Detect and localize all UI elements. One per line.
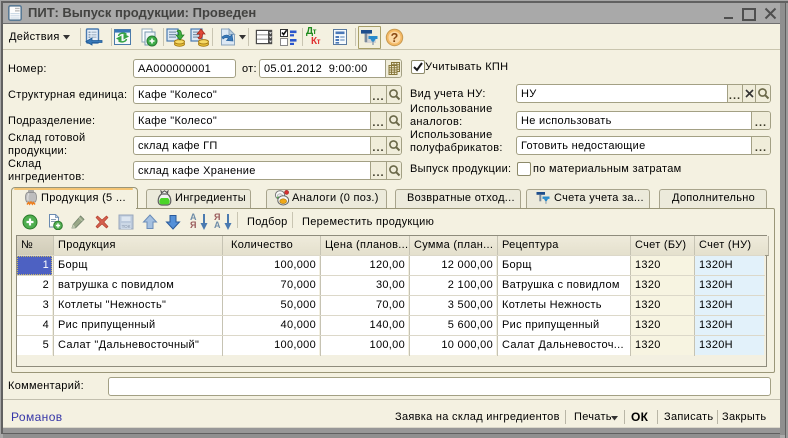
- svg-text:ТОК: ТОК: [122, 224, 131, 229]
- svg-text:?: ?: [391, 31, 399, 45]
